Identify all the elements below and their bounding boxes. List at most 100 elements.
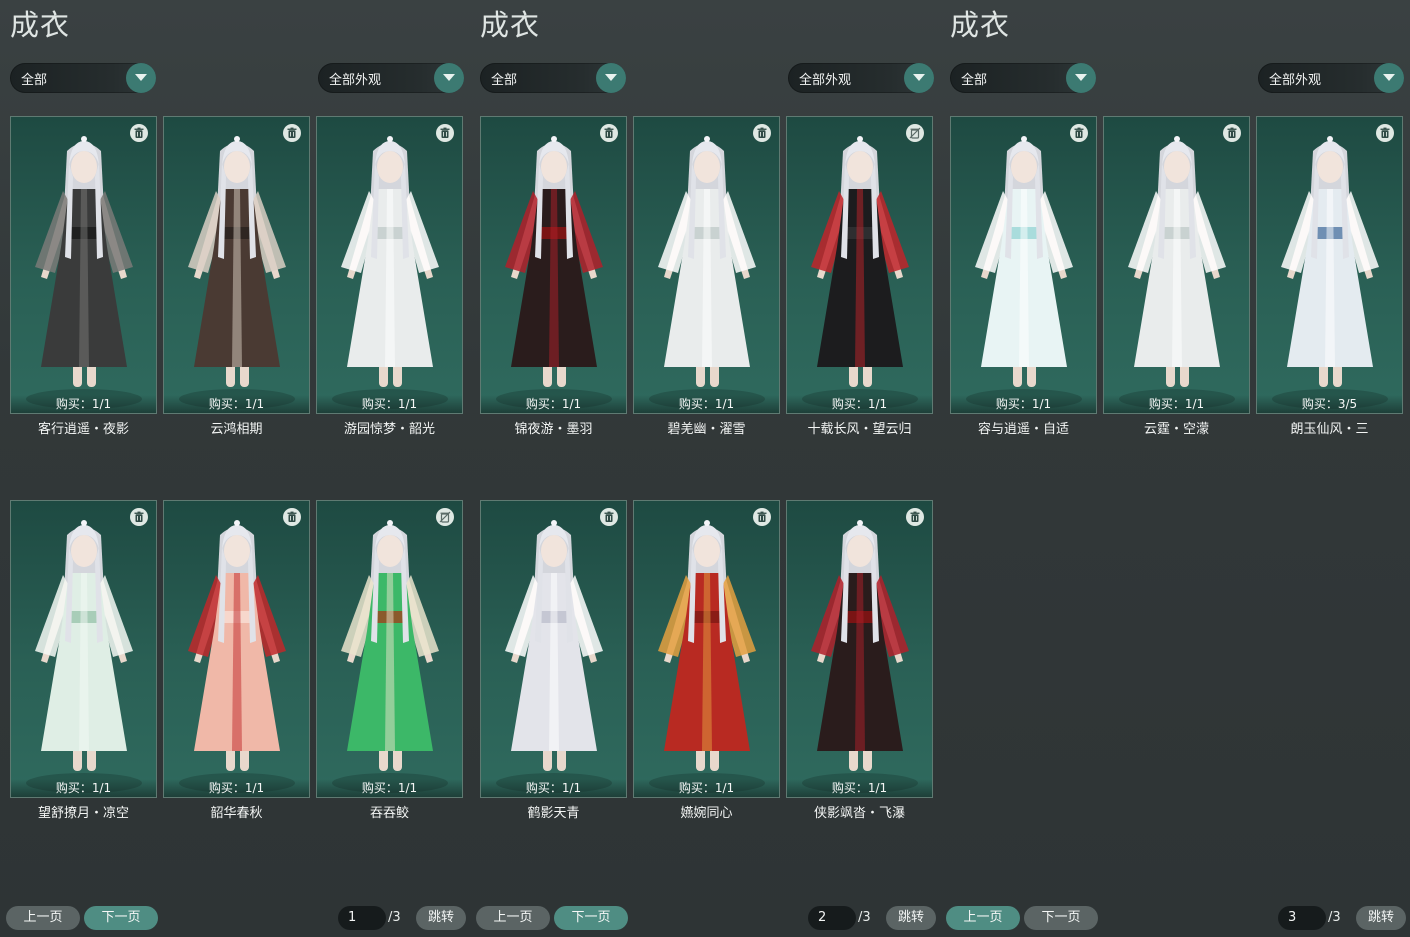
pager: 2 /3 跳转 bbox=[808, 906, 938, 930]
purchase-count: 购买：3/5 bbox=[1257, 395, 1402, 413]
trash-icon[interactable] bbox=[1376, 124, 1394, 142]
outfit-name: 云鸿相期 bbox=[210, 422, 263, 437]
purchase-count: 购买：1/1 bbox=[787, 395, 932, 413]
appearance-dropdown[interactable]: 全部外观 bbox=[1258, 63, 1404, 93]
page-input[interactable]: 2 bbox=[808, 906, 856, 930]
outfit-preview bbox=[649, 520, 765, 793]
outfit-card[interactable]: 购买：1/1 bbox=[480, 500, 627, 798]
outfit-name: 朗玉仙风・三 bbox=[1290, 422, 1369, 437]
wardrobe-panel: 成衣 全部 全部外观 bbox=[470, 0, 940, 937]
pager: 1 /3 跳转 bbox=[338, 906, 468, 930]
outfit-card[interactable]: 购买：1/1 bbox=[1103, 116, 1250, 414]
outfit-preview bbox=[26, 136, 142, 409]
trash-icon[interactable] bbox=[1070, 124, 1088, 142]
page-total: /3 bbox=[1328, 910, 1341, 925]
outfit-preview bbox=[332, 520, 448, 793]
outfit-card[interactable]: 购买：1/1 bbox=[480, 116, 627, 414]
outfit-card[interactable]: 购买：1/1 bbox=[633, 500, 780, 798]
prev-page-button[interactable]: 上一页 bbox=[946, 906, 1020, 930]
outfit-name: 容与逍遥・自适 bbox=[977, 422, 1069, 437]
chevron-down-icon bbox=[443, 74, 455, 81]
trash-disabled-icon[interactable] bbox=[906, 124, 924, 142]
outfit-preview bbox=[802, 520, 918, 793]
jump-button[interactable]: 跳转 bbox=[886, 906, 936, 930]
panel-title: 成衣 bbox=[480, 8, 541, 42]
trash-icon[interactable] bbox=[1223, 124, 1241, 142]
outfit-name: 十载长风・望云归 bbox=[807, 422, 912, 437]
appearance-dropdown[interactable]: 全部外观 bbox=[318, 63, 464, 93]
trash-icon[interactable] bbox=[436, 124, 454, 142]
outfit-card[interactable]: 购买：1/1 bbox=[786, 116, 933, 414]
prev-page-button[interactable]: 上一页 bbox=[476, 906, 550, 930]
purchase-count: 购买：1/1 bbox=[951, 395, 1096, 413]
outfit-name: 游园惊梦・韶光 bbox=[343, 422, 435, 437]
trash-icon[interactable] bbox=[283, 124, 301, 142]
outfit-card[interactable]: 购买：1/1 bbox=[10, 116, 157, 414]
outfit-preview bbox=[649, 136, 765, 409]
trash-icon[interactable] bbox=[130, 124, 148, 142]
next-page-button[interactable]: 下一页 bbox=[1024, 906, 1098, 930]
outfit-card[interactable]: 购买：3/5 bbox=[1256, 116, 1403, 414]
outfit-preview bbox=[332, 136, 448, 409]
category-dropdown-label: 全部 bbox=[491, 73, 518, 88]
outfit-name: 云霆・空濛 bbox=[1143, 422, 1209, 437]
chevron-down-icon bbox=[1075, 74, 1087, 81]
next-page-button[interactable]: 下一页 bbox=[554, 906, 628, 930]
trash-icon[interactable] bbox=[600, 124, 618, 142]
wardrobe-panel: 成衣 全部 全部外观 bbox=[940, 0, 1410, 937]
chevron-down-icon bbox=[605, 74, 617, 81]
trash-icon[interactable] bbox=[753, 124, 771, 142]
trash-icon[interactable] bbox=[906, 508, 924, 526]
wardrobe-panel: 成衣 全部 全部外观 bbox=[0, 0, 470, 937]
appearance-dropdown-label: 全部外观 bbox=[799, 73, 852, 88]
trash-icon[interactable] bbox=[600, 508, 618, 526]
outfit-name: 嬿婉同心 bbox=[680, 806, 733, 821]
next-page-label: 下一页 bbox=[101, 910, 141, 925]
next-page-label: 下一页 bbox=[571, 910, 611, 925]
outfit-name: 韶华春秋 bbox=[210, 806, 263, 821]
page-input[interactable]: 3 bbox=[1278, 906, 1326, 930]
jump-button[interactable]: 跳转 bbox=[1356, 906, 1406, 930]
outfit-name: 侠影飒沓・飞瀑 bbox=[813, 806, 905, 821]
category-dropdown-toggle[interactable] bbox=[126, 63, 156, 93]
outfit-card[interactable]: 购买：1/1 bbox=[316, 500, 463, 798]
next-page-button[interactable]: 下一页 bbox=[84, 906, 158, 930]
panel-title: 成衣 bbox=[10, 8, 71, 42]
trash-icon[interactable] bbox=[283, 508, 301, 526]
outfit-preview bbox=[1272, 136, 1388, 409]
page-input[interactable]: 1 bbox=[338, 906, 386, 930]
category-dropdown-toggle[interactable] bbox=[596, 63, 626, 93]
category-dropdown[interactable]: 全部 bbox=[10, 63, 156, 93]
panel-title: 成衣 bbox=[950, 8, 1011, 42]
category-dropdown-label: 全部 bbox=[961, 73, 988, 88]
chevron-down-icon bbox=[1383, 74, 1395, 81]
outfit-card[interactable]: 购买：1/1 bbox=[633, 116, 780, 414]
category-dropdown-toggle[interactable] bbox=[1066, 63, 1096, 93]
trash-icon[interactable] bbox=[130, 508, 148, 526]
appearance-dropdown-label: 全部外观 bbox=[329, 73, 382, 88]
outfit-preview bbox=[496, 136, 612, 409]
appearance-dropdown-toggle[interactable] bbox=[904, 63, 934, 93]
appearance-dropdown-toggle[interactable] bbox=[1374, 63, 1404, 93]
purchase-count: 购买：1/1 bbox=[317, 779, 462, 797]
outfit-name: 吞吞鲛 bbox=[369, 806, 409, 821]
pager: 3 /3 跳转 bbox=[1278, 906, 1408, 930]
category-dropdown[interactable]: 全部 bbox=[950, 63, 1096, 93]
outfit-preview bbox=[496, 520, 612, 793]
trash-icon[interactable] bbox=[753, 508, 771, 526]
outfit-card[interactable]: 购买：1/1 bbox=[316, 116, 463, 414]
trash-disabled-icon[interactable] bbox=[436, 508, 454, 526]
chevron-down-icon bbox=[135, 74, 147, 81]
outfit-card[interactable]: 购买：1/1 bbox=[786, 500, 933, 798]
purchase-count: 购买：1/1 bbox=[11, 395, 156, 413]
appearance-dropdown[interactable]: 全部外观 bbox=[788, 63, 934, 93]
jump-button[interactable]: 跳转 bbox=[416, 906, 466, 930]
appearance-dropdown-toggle[interactable] bbox=[434, 63, 464, 93]
outfit-card[interactable]: 购买：1/1 bbox=[163, 116, 310, 414]
outfit-card[interactable]: 购买：1/1 bbox=[950, 116, 1097, 414]
outfit-card[interactable]: 购买：1/1 bbox=[163, 500, 310, 798]
prev-page-button[interactable]: 上一页 bbox=[6, 906, 80, 930]
category-dropdown[interactable]: 全部 bbox=[480, 63, 626, 93]
chevron-down-icon bbox=[913, 74, 925, 81]
outfit-card[interactable]: 购买：1/1 bbox=[10, 500, 157, 798]
